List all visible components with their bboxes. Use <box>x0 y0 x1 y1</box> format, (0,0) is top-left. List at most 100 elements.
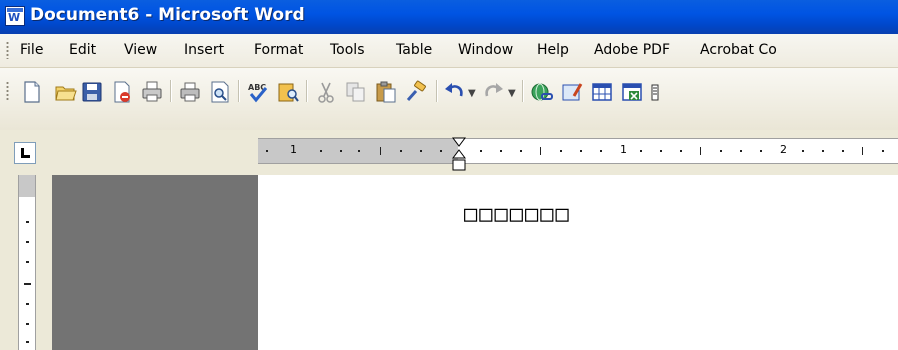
ruler-dot <box>720 150 722 152</box>
copy-button[interactable] <box>344 80 368 104</box>
menu-help[interactable]: Help <box>537 42 569 58</box>
ruler-tick <box>862 147 863 155</box>
horizontal-ruler[interactable]: 1 1 2 <box>258 137 898 171</box>
ruler-dot <box>740 150 742 152</box>
toolbar-separator <box>522 80 524 102</box>
ruler-dot <box>26 221 29 223</box>
tables-borders-button[interactable] <box>560 80 584 104</box>
ruler-dot <box>580 150 582 152</box>
permission-icon <box>114 81 130 103</box>
ruler-dot <box>480 150 482 152</box>
ruler-dot <box>822 150 824 152</box>
hyperlink-globe-icon <box>531 83 553 101</box>
redo-button[interactable] <box>482 80 506 104</box>
ruler-dot <box>26 341 29 343</box>
printer-icon <box>180 82 200 102</box>
vertical-ruler[interactable] <box>18 175 36 350</box>
title-bar[interactable]: Document6 - Microsoft Word <box>0 0 898 34</box>
ruler-dot <box>500 150 502 152</box>
insert-excel-worksheet-button[interactable] <box>620 80 644 104</box>
menu-tools[interactable]: Tools <box>330 42 365 58</box>
menu-acrobat-comments[interactable]: Acrobat Co <box>700 42 777 58</box>
menu-insert[interactable]: Insert <box>184 42 224 58</box>
copy-icon <box>346 82 365 102</box>
toolbar-grip[interactable] <box>6 81 9 101</box>
cut-button[interactable] <box>314 80 338 104</box>
ruler-label: 1 <box>290 143 297 156</box>
print-button[interactable] <box>140 80 164 104</box>
undo-arrow-icon <box>445 83 463 97</box>
ruler-dot <box>882 150 884 152</box>
menu-bar: File Edit View Insert Format Tools Table… <box>0 34 898 68</box>
undo-dropdown-arrow-icon[interactable]: ▼ <box>468 88 476 99</box>
redo-dropdown-arrow-icon[interactable]: ▼ <box>508 88 516 99</box>
ruler-dot <box>520 150 522 152</box>
ruler-dot <box>400 150 402 152</box>
print-direct-button[interactable] <box>178 80 202 104</box>
new-document-button[interactable] <box>20 80 44 104</box>
ruler-dot <box>600 150 602 152</box>
ruler-label: 1 <box>620 143 627 156</box>
indent-marker-icon[interactable] <box>452 137 466 173</box>
ruler-dot <box>560 150 562 152</box>
document-area: □□□□□□□ <box>0 175 898 350</box>
word-app-icon[interactable] <box>5 6 25 26</box>
menu-format[interactable]: Format <box>254 42 303 58</box>
redo-arrow-icon <box>485 83 503 97</box>
research-button[interactable] <box>276 80 300 104</box>
tables-borders-icon <box>562 83 583 101</box>
menu-adobe-pdf[interactable]: Adobe PDF <box>594 42 670 58</box>
ruler-dot <box>266 150 268 152</box>
insert-hyperlink-button[interactable] <box>530 80 554 104</box>
ruler-tick <box>540 147 541 155</box>
table-grid-icon <box>592 83 612 101</box>
insert-table-button[interactable] <box>590 80 614 104</box>
menubar-grip[interactable] <box>6 41 9 59</box>
print-preview-button[interactable] <box>208 80 232 104</box>
ruler-dot <box>26 303 29 305</box>
ruler-dot <box>680 150 682 152</box>
menu-table[interactable]: Table <box>396 42 432 58</box>
ruler-dot <box>358 150 360 152</box>
research-icon <box>278 83 299 102</box>
ruler-dot <box>440 150 442 152</box>
spelling-grammar-button[interactable]: ABC <box>246 80 270 104</box>
ruler-tick <box>380 147 381 155</box>
excel-worksheet-icon <box>622 83 642 101</box>
ruler-tick <box>24 283 31 285</box>
ruler-dot <box>842 150 844 152</box>
undo-button[interactable] <box>442 80 466 104</box>
ruler-tick <box>700 147 701 155</box>
print-preview-icon <box>211 81 229 103</box>
columns-button[interactable] <box>650 80 674 104</box>
page-left-gutter <box>52 175 258 350</box>
toolbar-separator <box>238 80 240 102</box>
ruler-dot <box>26 323 29 325</box>
open-button[interactable] <box>54 80 78 104</box>
ruler-dot <box>26 261 29 263</box>
window-title: Document6 - Microsoft Word <box>30 5 305 25</box>
paste-clipboard-icon <box>376 81 396 103</box>
toolbar-separator <box>306 80 308 102</box>
paste-button[interactable] <box>374 80 398 104</box>
menu-file[interactable]: File <box>20 42 43 58</box>
ruler-dot <box>320 150 322 152</box>
columns-icon <box>651 84 659 101</box>
scissors-icon <box>318 82 334 103</box>
paintbrush-icon <box>406 80 426 101</box>
standard-toolbar: ABC ▼ ▼ <box>0 68 898 130</box>
document-text[interactable]: □□□□□□□ <box>464 202 571 227</box>
tab-selector-icon[interactable] <box>14 142 36 164</box>
ruler-dot <box>420 150 422 152</box>
permission-button[interactable] <box>110 80 134 104</box>
menu-edit[interactable]: Edit <box>69 42 96 58</box>
document-page[interactable]: □□□□□□□ <box>258 175 898 350</box>
toolbar-separator <box>436 80 438 102</box>
menu-window[interactable]: Window <box>458 42 513 58</box>
ruler-dot <box>640 150 642 152</box>
save-button[interactable] <box>80 80 104 104</box>
toolbar-separator <box>170 80 172 102</box>
format-painter-button[interactable] <box>404 80 428 104</box>
menu-view[interactable]: View <box>124 42 157 58</box>
ruler-label: 2 <box>780 143 787 156</box>
